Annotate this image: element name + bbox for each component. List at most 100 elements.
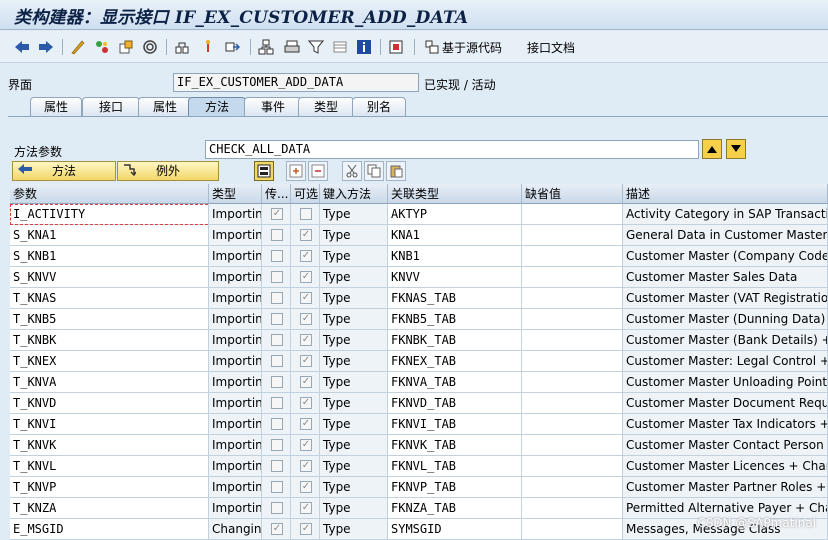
navigate-icon[interactable] — [222, 37, 242, 57]
param-cell[interactable]: S_KNA1 — [10, 225, 209, 246]
print-icon[interactable] — [282, 37, 302, 57]
table-row[interactable]: T_KNVAImportin… ✓ TypeFKNVA_TAB Customer Ma… — [10, 372, 828, 393]
info-icon[interactable] — [354, 37, 374, 57]
tab-interfaces[interactable]: 接口 — [82, 97, 140, 116]
checkbox[interactable]: ✓ — [300, 376, 312, 388]
default-cell[interactable] — [522, 246, 623, 267]
checkbox[interactable]: ✓ — [300, 439, 312, 451]
typing-cell[interactable]: Type — [320, 330, 388, 351]
checkbox[interactable]: ✓ — [300, 229, 312, 241]
table-row[interactable]: T_KNASImportin… ✓ TypeFKNAS_TAB Customer Ma… — [10, 288, 828, 309]
type-cell[interactable]: Importin… — [209, 372, 262, 393]
default-cell[interactable] — [522, 267, 623, 288]
param-cell[interactable]: T_KNVP — [10, 477, 209, 498]
assoc-type-cell[interactable]: FKNVP_TAB — [388, 477, 522, 498]
checkbox[interactable] — [271, 250, 283, 262]
default-cell[interactable] — [522, 309, 623, 330]
tab-attributes[interactable]: 属性 — [138, 97, 192, 116]
typing-cell[interactable]: Type — [320, 519, 388, 540]
type-cell[interactable]: Importin… — [209, 246, 262, 267]
table-row[interactable]: I_ACTIVITYImportin… ✓ TypeAKTYP Activity Ca… — [10, 204, 828, 225]
checkbox[interactable]: ✓ — [300, 292, 312, 304]
param-cell[interactable]: T_KNVL — [10, 456, 209, 477]
assoc-type-cell[interactable]: AKTYP — [388, 204, 522, 225]
table-row[interactable]: S_KNA1Importin… ✓ TypeKNA1 General Data in … — [10, 225, 828, 246]
next-method-button[interactable] — [726, 139, 746, 159]
table-row[interactable]: T_KNVIImportin… ✓ TypeFKNVI_TAB Customer Ma… — [10, 414, 828, 435]
description-cell[interactable]: General Data in Customer Master — [623, 225, 828, 246]
type-cell[interactable]: Importin… — [209, 330, 262, 351]
assoc-type-cell[interactable]: FKNVD_TAB — [388, 393, 522, 414]
table-row[interactable]: T_KNVKImportin… ✓ TypeFKNVK_TAB Customer Ma… — [10, 435, 828, 456]
param-cell[interactable]: T_KNVA — [10, 372, 209, 393]
column-header-optional[interactable]: 可选 — [291, 184, 320, 204]
checkbox[interactable] — [271, 376, 283, 388]
type-cell[interactable]: Importin… — [209, 414, 262, 435]
description-cell[interactable]: Customer Master (Dunning Data) + … — [623, 309, 828, 330]
checkbox[interactable]: ✓ — [300, 481, 312, 493]
default-cell[interactable] — [522, 288, 623, 309]
method-name-field[interactable]: CHECK_ALL_DATA — [205, 140, 699, 159]
typing-cell[interactable]: Type — [320, 204, 388, 225]
type-cell[interactable]: Importin… — [209, 225, 262, 246]
checkbox[interactable]: ✓ — [300, 313, 312, 325]
methods-button[interactable]: 方法 — [12, 161, 116, 181]
description-cell[interactable]: Customer Master Document Reques… — [623, 393, 828, 414]
checkbox[interactable]: ✓ — [300, 334, 312, 346]
assoc-type-cell[interactable]: FKNVK_TAB — [388, 435, 522, 456]
typing-cell[interactable]: Type — [320, 414, 388, 435]
type-cell[interactable]: Importin… — [209, 393, 262, 414]
typing-cell[interactable]: Type — [320, 435, 388, 456]
checkbox[interactable] — [271, 313, 283, 325]
cut-button[interactable] — [342, 161, 362, 181]
description-cell[interactable]: Activity Category in SAP Transaction — [623, 204, 828, 225]
param-cell[interactable]: I_ACTIVITY — [10, 204, 209, 225]
param-cell[interactable]: S_KNVV — [10, 267, 209, 288]
checkbox[interactable] — [271, 418, 283, 430]
paste-button[interactable] — [386, 161, 406, 181]
typing-cell[interactable]: Type — [320, 456, 388, 477]
default-cell[interactable] — [522, 414, 623, 435]
test-icon[interactable] — [140, 37, 160, 57]
checkbox[interactable]: ✓ — [300, 502, 312, 514]
checkbox[interactable] — [271, 481, 283, 493]
checkbox[interactable] — [271, 502, 283, 514]
default-cell[interactable] — [522, 498, 623, 519]
checkbox[interactable] — [271, 439, 283, 451]
typing-cell[interactable]: Type — [320, 498, 388, 519]
checkbox[interactable] — [271, 334, 283, 346]
checkbox[interactable]: ✓ — [300, 523, 312, 535]
assoc-type-cell[interactable]: FKNAS_TAB — [388, 288, 522, 309]
type-cell[interactable]: Importin… — [209, 477, 262, 498]
param-cell[interactable]: E_MSGID — [10, 519, 209, 540]
tab-properties[interactable]: 属性 — [30, 97, 82, 116]
column-header-type[interactable]: 类型 — [209, 184, 262, 204]
back-arrow-icon[interactable] — [12, 37, 32, 57]
description-cell[interactable]: Customer Master (VAT Registration … — [623, 288, 828, 309]
type-cell[interactable]: Importin… — [209, 498, 262, 519]
param-cell[interactable]: S_KNB1 — [10, 246, 209, 267]
source-code-icon[interactable] — [422, 37, 442, 57]
typing-cell[interactable]: Type — [320, 267, 388, 288]
checkbox[interactable] — [300, 208, 312, 220]
column-header-pass-value[interactable]: 传... — [262, 184, 291, 204]
tab-events[interactable]: 事件 — [244, 97, 302, 116]
param-cell[interactable]: T_KNVK — [10, 435, 209, 456]
table-row[interactable]: T_KNBKImportin… ✓ TypeFKNBK_TAB Customer Ma… — [10, 330, 828, 351]
object-list-icon[interactable] — [198, 37, 218, 57]
tab-aliases[interactable]: 别名 — [352, 97, 406, 116]
checkbox[interactable] — [271, 271, 283, 283]
detail-view-button[interactable] — [254, 161, 274, 181]
description-cell[interactable]: Customer Master Sales Data — [623, 267, 828, 288]
checkbox[interactable] — [271, 355, 283, 367]
description-cell[interactable]: Customer Master Unloading Points +… — [623, 372, 828, 393]
hierarchy-icon[interactable] — [256, 37, 276, 57]
activate-icon[interactable] — [116, 37, 136, 57]
assoc-type-cell[interactable]: FKNZA_TAB — [388, 498, 522, 519]
checkbox[interactable]: ✓ — [300, 397, 312, 409]
source-based-button[interactable]: 基于源代码 — [442, 39, 502, 56]
description-cell[interactable]: Customer Master (Company Code) — [623, 246, 828, 267]
param-cell[interactable]: T_KNEX — [10, 351, 209, 372]
type-cell[interactable]: Changing — [209, 519, 262, 540]
type-cell[interactable]: Importin… — [209, 204, 262, 225]
